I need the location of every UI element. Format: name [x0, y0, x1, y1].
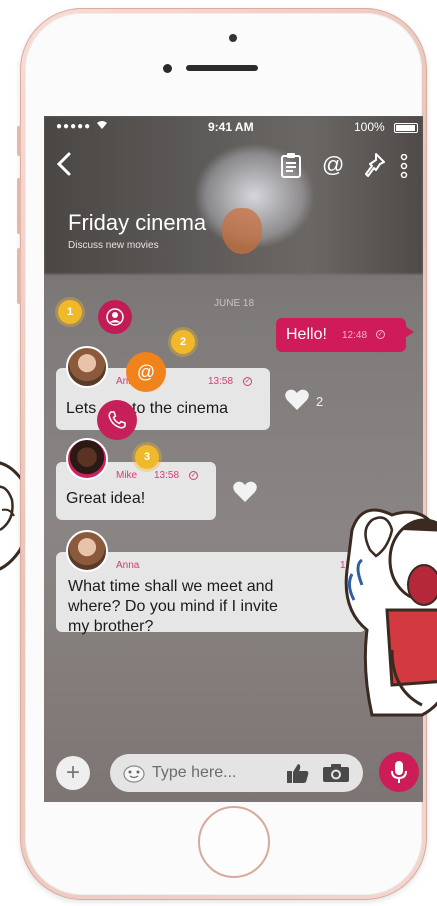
- header-image-carrot: [222, 208, 262, 254]
- microphone-icon: [391, 761, 407, 783]
- date-separator: JUNE 18: [214, 298, 255, 309]
- heart-icon[interactable]: [232, 480, 258, 504]
- read-check-icon: ✓: [243, 377, 252, 386]
- read-check-icon: ✓: [376, 330, 385, 339]
- more-options-icon[interactable]: [400, 154, 408, 178]
- message-text: Great idea!: [66, 490, 146, 507]
- message-composer: [110, 754, 363, 792]
- signal-strength: ●●●●●: [56, 121, 92, 132]
- message-text-start: Lets: [66, 400, 97, 417]
- read-check-icon: ✓: [189, 471, 198, 480]
- call-action-button[interactable]: [97, 400, 137, 440]
- front-camera-icon: [229, 34, 237, 42]
- add-attachment-button[interactable]: +: [56, 756, 90, 790]
- step-badge-1: 1: [58, 300, 82, 324]
- chat-subtitle: Discuss new movies: [68, 240, 159, 251]
- status-bar: ●●●●● 9:41 AM 100%: [44, 116, 423, 138]
- message-time: 13:58: [208, 376, 234, 387]
- mention-action-button[interactable]: @: [126, 352, 166, 392]
- message-input[interactable]: [152, 760, 272, 786]
- message-text-end: to the cinema: [132, 400, 229, 417]
- message-time: 12:48: [342, 330, 368, 341]
- status-time: 9:41 AM: [208, 120, 254, 134]
- avatar-anna[interactable]: [66, 346, 108, 388]
- phone-icon: [108, 411, 126, 429]
- app-showcase: ●●●●● 9:41 AM 100% @ Friday cinema Discu…: [0, 0, 437, 906]
- message-sender: Mike: [116, 470, 138, 481]
- pin-icon[interactable]: [362, 152, 386, 178]
- message-text-line-1: What time shall we meet and: [68, 578, 274, 595]
- camera-icon[interactable]: [322, 763, 350, 783]
- user-icon: [106, 308, 124, 326]
- step-badge-2: 2: [171, 330, 195, 354]
- message-time: 13:58: [154, 470, 180, 481]
- voice-record-button[interactable]: [379, 752, 419, 792]
- avatar-mike[interactable]: [66, 438, 108, 480]
- avatar-anna[interactable]: [66, 530, 108, 572]
- proximity-sensor: [163, 64, 172, 73]
- like-count: 2: [316, 394, 324, 409]
- thumbs-up-icon[interactable]: [286, 762, 310, 784]
- outgoing-message[interactable]: Hello! 12:48 ✓: [276, 318, 414, 352]
- battery-icon: [394, 123, 418, 133]
- volume-up-button: [17, 178, 21, 234]
- heart-icon[interactable]: [284, 388, 310, 412]
- cheering-dog-sticker: [344, 508, 437, 717]
- wifi-icon: [96, 120, 108, 133]
- mute-switch: [17, 126, 21, 156]
- message-text: Hello!: [286, 326, 327, 343]
- message-text-line-2: where? Do you mind if I invite: [68, 598, 278, 615]
- sticker-icon[interactable]: [122, 762, 146, 784]
- home-button[interactable]: [198, 806, 270, 878]
- message-text-line-3: my brother?: [68, 618, 154, 635]
- volume-down-button: [17, 248, 21, 304]
- chat-title: Friday cinema: [68, 210, 207, 235]
- step-badge-3: 3: [135, 445, 159, 469]
- clipboard-icon[interactable]: [280, 152, 302, 178]
- battery-percent: 100%: [354, 120, 385, 134]
- mention-icon[interactable]: @: [322, 152, 344, 178]
- earpiece-speaker: [186, 65, 258, 71]
- message-sender: Anna: [116, 560, 140, 571]
- back-icon[interactable]: [56, 152, 72, 176]
- profile-action-button[interactable]: [98, 300, 132, 334]
